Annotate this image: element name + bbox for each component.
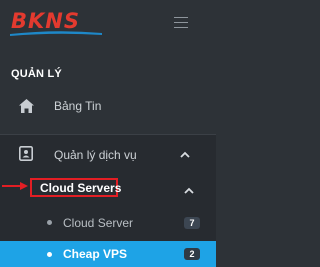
id-card-icon <box>19 146 33 161</box>
subitem-label: Cloud Server <box>63 216 134 230</box>
subgroup-label: Cloud Servers <box>40 181 122 195</box>
subitem-label: Cheap VPS <box>63 247 128 261</box>
section-title: QUẢN LÝ <box>11 68 62 80</box>
annotation-arrow-icon <box>2 182 28 190</box>
hamburger-icon[interactable] <box>174 17 188 29</box>
chevron-up-icon[interactable] <box>184 187 194 194</box>
bullet-icon <box>47 252 52 257</box>
sidebar-item-label: Quản lý dịch vụ <box>54 148 137 162</box>
count-badge: 2 <box>184 248 200 260</box>
logo-swoosh-icon <box>10 31 102 36</box>
sidebar-subitem-cheap-vps[interactable]: Cheap VPS 2 <box>0 241 216 267</box>
bullet-icon <box>47 220 52 225</box>
sidebar-header: BKNS <box>0 0 216 48</box>
count-badge: 7 <box>184 217 200 229</box>
chevron-up-icon[interactable] <box>180 151 190 158</box>
home-icon <box>19 99 34 113</box>
sidebar-item-label: Bảng Tin <box>54 99 102 113</box>
